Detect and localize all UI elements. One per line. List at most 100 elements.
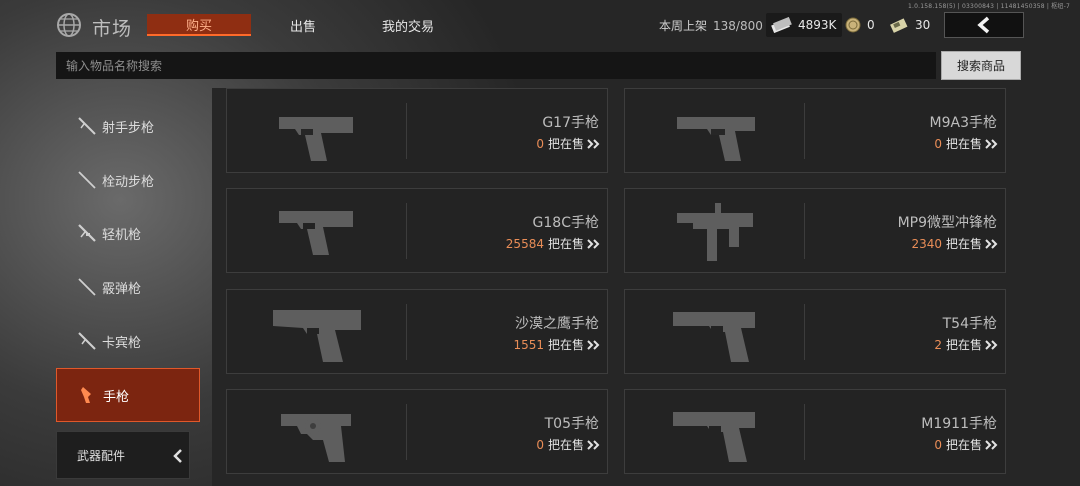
on-sale-label: 把在售 <box>547 237 584 251</box>
double-chevron-right-icon <box>587 138 600 149</box>
deagle-pistol-icon <box>273 310 361 362</box>
item-card[interactable]: G18C手枪 25584 把在售 <box>226 188 608 273</box>
on-sale-label: 把在售 <box>945 338 982 352</box>
card-divider <box>406 304 407 360</box>
globe-icon <box>57 13 81 37</box>
shotgun-icon <box>78 278 96 296</box>
carbine-icon <box>78 332 96 350</box>
mp9-smg-icon <box>677 203 753 261</box>
chevron-left-icon <box>173 449 182 463</box>
ticket-value: 30 <box>915 18 931 32</box>
m9-pistol-icon <box>677 117 755 161</box>
sidebar-item-carbine[interactable]: 卡宾枪 <box>56 315 200 367</box>
sidebar-item-label: 轻机枪 <box>102 227 142 243</box>
sidebar-item-bolt-rifle[interactable]: 栓动步枪 <box>56 154 200 206</box>
sidebar-item-lmg[interactable]: 轻机枪 <box>56 207 200 259</box>
card-divider <box>804 304 805 360</box>
on-sale-label: 把在售 <box>945 237 982 251</box>
item-stock: 0 把在售 <box>536 135 601 152</box>
pistol-icon <box>81 387 91 403</box>
item-stock: 2340 把在售 <box>911 235 999 252</box>
tab-my-trades[interactable]: 我的交易 <box>370 14 446 36</box>
item-count: 25584 <box>505 236 544 251</box>
item-stock: 2 把在售 <box>934 336 999 353</box>
on-sale-label: 把在售 <box>945 137 982 151</box>
coin-value: 0 <box>867 18 875 32</box>
ticket-icon <box>890 18 908 33</box>
item-card[interactable]: T54手枪 2 把在售 <box>624 289 1006 374</box>
item-card[interactable]: G17手枪 0 把在售 <box>226 88 608 173</box>
item-card[interactable]: T05手枪 0 把在售 <box>226 389 608 474</box>
sidebar-item-label: 霰弹枪 <box>102 281 142 297</box>
weekly-listing-value: 138/800 <box>713 19 763 33</box>
item-name: 沙漠之鹰手枪 <box>515 316 599 332</box>
revolver-icon <box>281 414 351 462</box>
item-name: G18C手枪 <box>532 215 599 231</box>
currency-coin: 0 <box>845 12 875 38</box>
tab-sell[interactable]: 出售 <box>270 14 336 36</box>
sidebar-item-label: 射手步枪 <box>102 120 155 136</box>
coin-icon <box>845 17 861 33</box>
item-card[interactable]: M1911手枪 0 把在售 <box>624 389 1006 474</box>
item-count: 0 <box>536 437 544 452</box>
tab-buy[interactable]: 购买 <box>147 14 251 36</box>
back-button[interactable] <box>944 12 1024 38</box>
on-sale-label: 把在售 <box>547 338 584 352</box>
item-count: 0 <box>934 437 942 452</box>
item-name: T54手枪 <box>942 316 997 332</box>
sidebar-item-label: 卡宾枪 <box>102 335 142 351</box>
bolt-rifle-icon <box>78 171 96 189</box>
item-name: G17手枪 <box>542 115 599 131</box>
sidebar-item-label: 手枪 <box>103 389 130 405</box>
weekly-listing-label: 本周上架 <box>659 19 708 33</box>
item-name: MP9微型冲锋枪 <box>897 215 997 231</box>
currency-ticket: 30 <box>889 12 930 38</box>
top-bar: 市场 购买 出售 我的交易 本周上架 138/800 4893K 0 30 <box>0 0 1080 48</box>
sidebar-item-shotgun[interactable]: 霰弹枪 <box>56 261 200 313</box>
item-card[interactable]: M9A3手枪 0 把在售 <box>624 88 1006 173</box>
weapon-accessories-button[interactable]: 武器配件 <box>56 431 190 479</box>
double-chevron-right-icon <box>587 238 600 249</box>
card-divider <box>804 103 805 159</box>
item-count: 0 <box>934 136 942 151</box>
item-card[interactable]: 沙漠之鹰手枪 1551 把在售 <box>226 289 608 374</box>
double-chevron-right-icon <box>587 339 600 350</box>
card-divider <box>406 203 407 259</box>
on-sale-label: 把在售 <box>547 137 584 151</box>
item-name: M1911手枪 <box>921 416 997 432</box>
item-stock: 25584 把在售 <box>506 235 601 252</box>
item-count: 1551 <box>513 337 544 352</box>
chevron-left-icon <box>977 16 990 34</box>
item-count: 2 <box>934 337 942 352</box>
double-chevron-right-icon <box>985 339 998 350</box>
page-title: 市场 <box>92 18 133 40</box>
search-button[interactable]: 搜索商品 <box>941 51 1021 80</box>
sidebar-item-label: 栓动步枪 <box>102 174 155 190</box>
glock-pistol-icon <box>279 117 353 161</box>
currency-cash: 4893K <box>766 12 843 38</box>
card-divider <box>804 404 805 460</box>
category-sidebar: 射手步枪 栓动步枪 轻机枪 霰弹枪 卡宾枪 手枪 武器配件 <box>56 98 200 486</box>
item-stock: 1551 把在售 <box>513 336 601 353</box>
on-sale-label: 把在售 <box>547 438 584 452</box>
accessory-label: 武器配件 <box>77 448 126 463</box>
item-name: M9A3手枪 <box>929 115 997 131</box>
double-chevron-right-icon <box>587 439 600 450</box>
double-chevron-right-icon <box>985 138 998 149</box>
on-sale-label: 把在售 <box>945 438 982 452</box>
item-card[interactable]: MP9微型冲锋枪 2340 把在售 <box>624 188 1006 273</box>
marksman-rifle-icon <box>78 117 96 135</box>
sidebar-item-marksman-rifle[interactable]: 射手步枪 <box>56 100 200 152</box>
card-divider <box>406 404 407 460</box>
item-name: T05手枪 <box>544 416 599 432</box>
cash-icon <box>771 17 792 33</box>
m1911-pistol-icon <box>673 412 755 462</box>
item-stock: 0 把在售 <box>536 436 601 453</box>
card-divider <box>804 203 805 259</box>
search-input[interactable] <box>56 52 936 79</box>
cash-value: 4893K <box>798 18 837 32</box>
weekly-listing: 本周上架 138/800 <box>659 17 763 34</box>
double-chevron-right-icon <box>985 439 998 450</box>
sidebar-item-pistol[interactable]: 手枪 <box>56 368 200 422</box>
item-count: 2340 <box>911 236 942 251</box>
